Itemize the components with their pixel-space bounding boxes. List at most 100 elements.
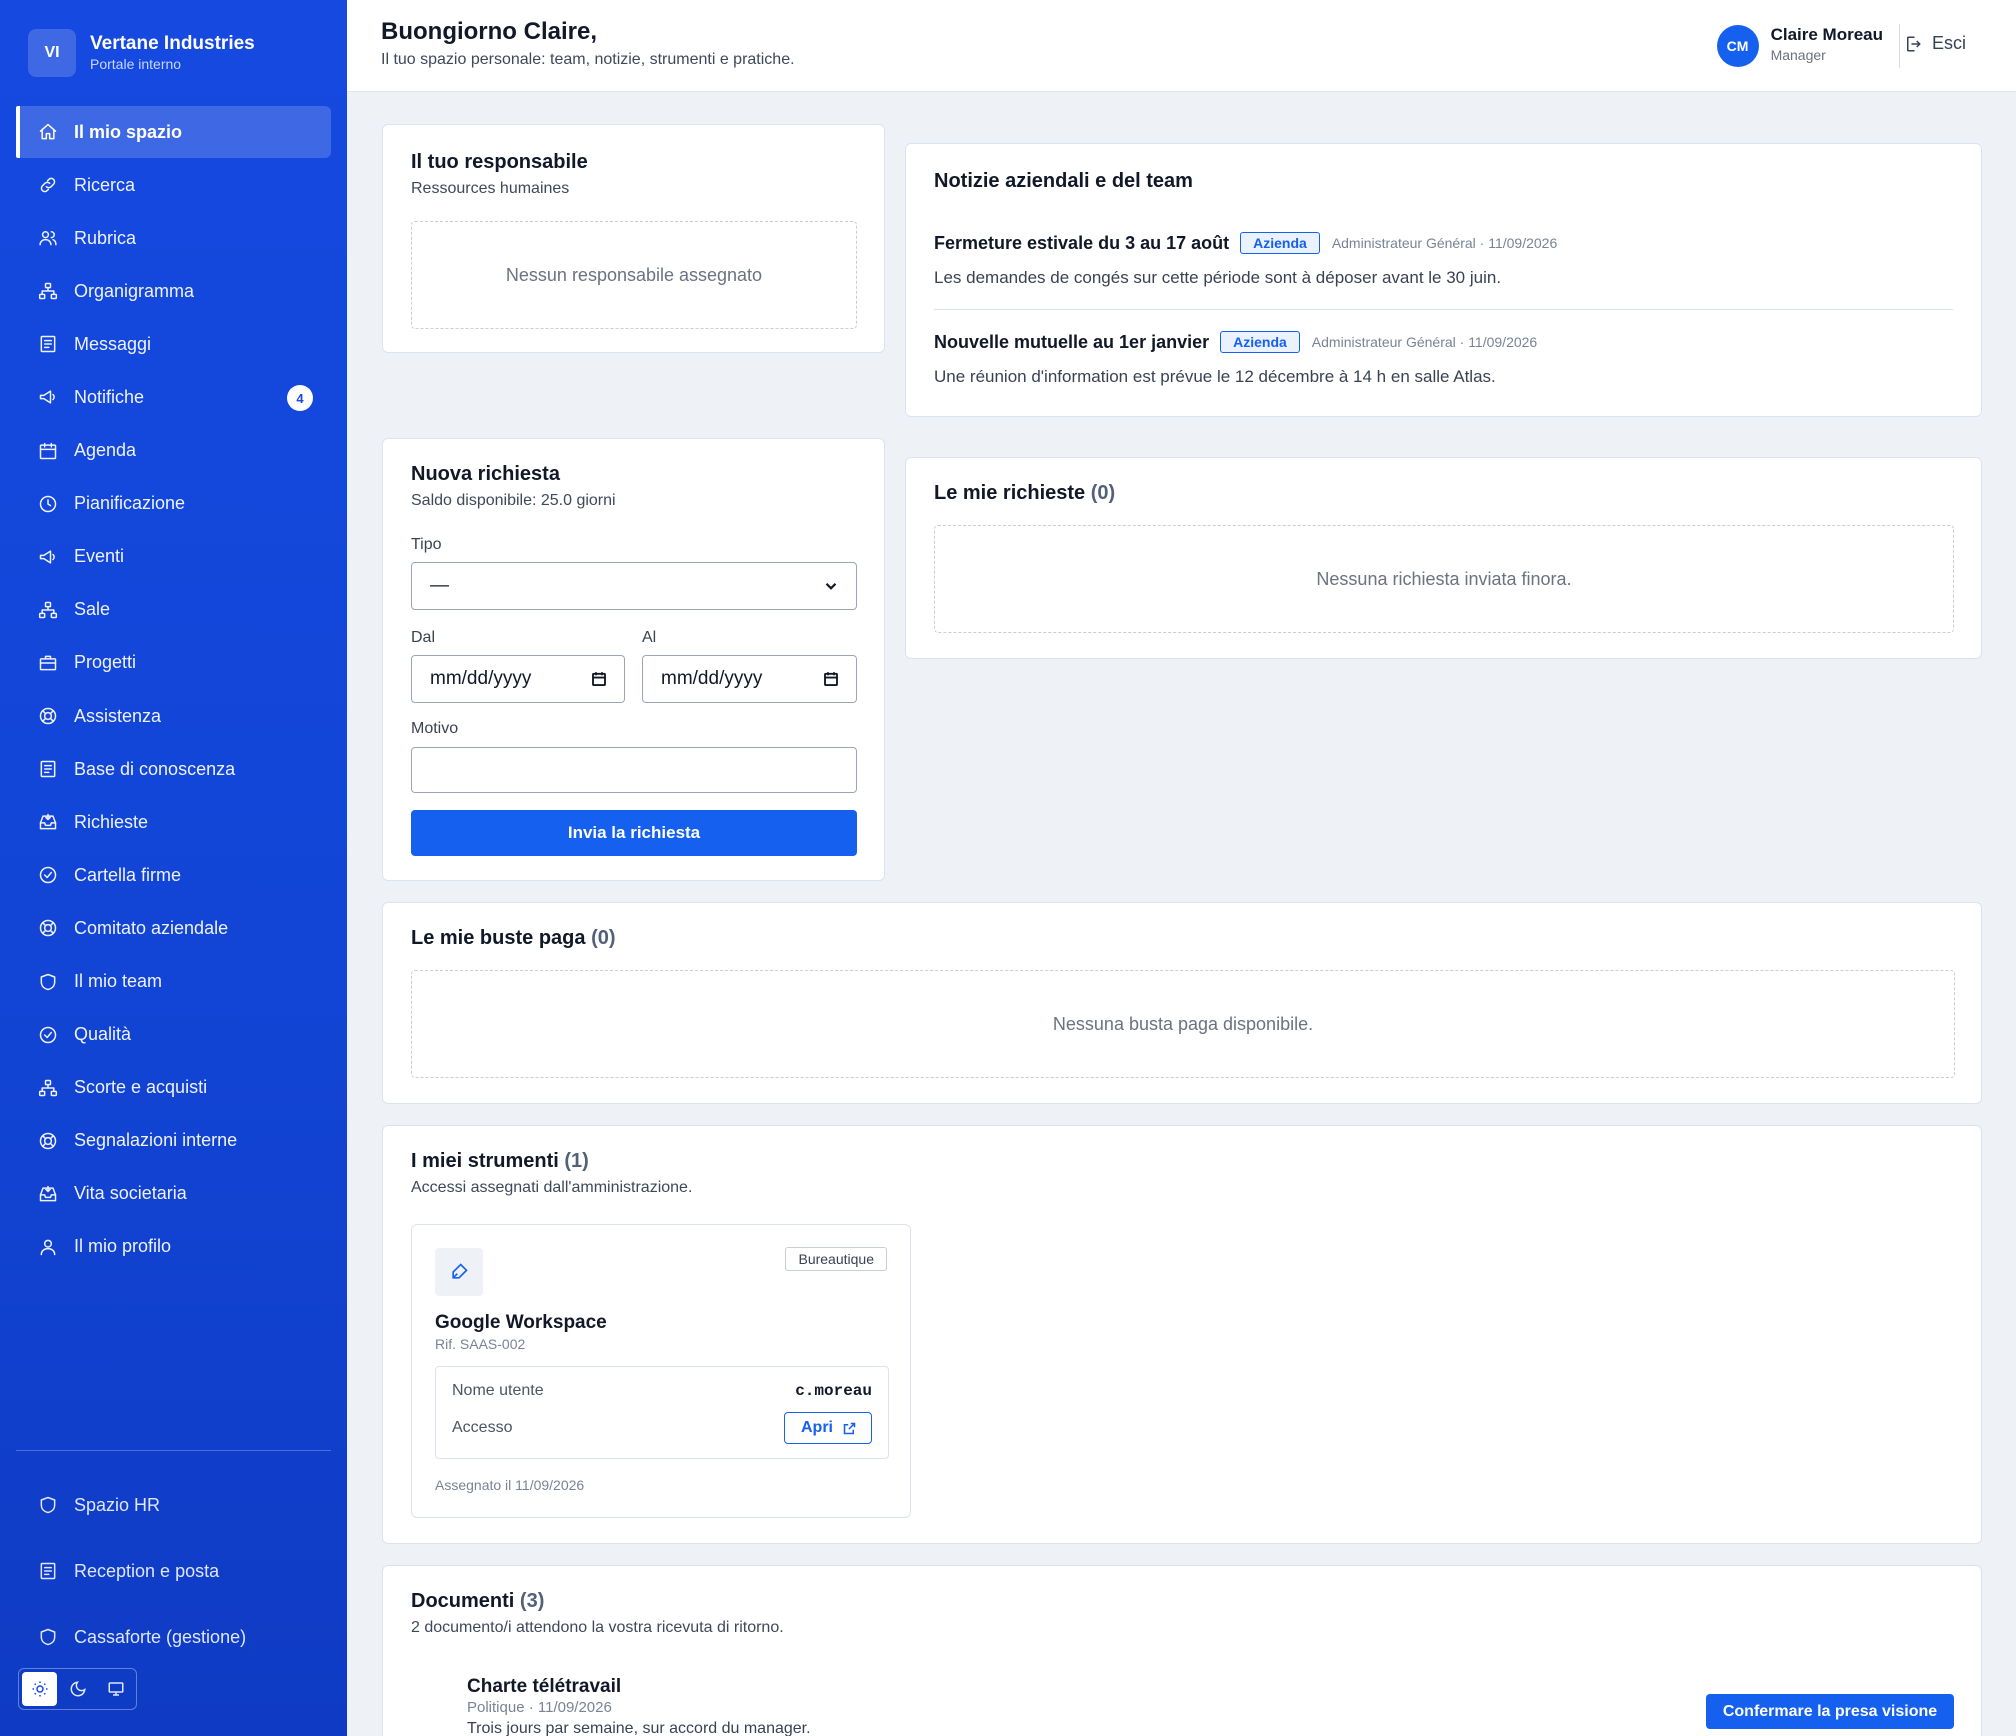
sidebar-item-label: Cartella firme xyxy=(74,864,182,885)
sidebar-item-label: Vita societaria xyxy=(74,1183,187,1204)
sidebar-item-cartella-firme[interactable]: Cartella firme xyxy=(16,849,331,901)
tool-credentials: Nome utente c.moreau Accesso Apri xyxy=(435,1366,889,1459)
sidebar-item-messaggi[interactable]: Messaggi xyxy=(16,318,331,370)
my-requests-card: Le mie richieste (0) Nessuna richiesta i… xyxy=(905,457,1982,659)
chevron-down-icon xyxy=(825,582,837,590)
payslips-count: (0) xyxy=(591,927,616,949)
theme-dark-button[interactable] xyxy=(60,1672,95,1706)
tool-icon xyxy=(435,1248,483,1296)
news-item[interactable]: Fermeture estivale du 3 au 17 août Azien… xyxy=(934,232,1953,288)
username-value: c.moreau xyxy=(795,1382,872,1400)
org-chart-icon xyxy=(38,281,58,301)
document-title: Charte télétravail xyxy=(467,1676,622,1697)
sidebar-item-il-mio-profilo[interactable]: Il mio profilo xyxy=(16,1221,331,1273)
user-menu[interactable]: CM Claire Moreau Manager xyxy=(1716,24,1900,68)
sidebar-item-reception-e-posta[interactable]: Reception e posta xyxy=(16,1538,331,1604)
sidebar-item-ricerca[interactable]: Ricerca xyxy=(16,159,331,211)
sidebar-item-label: Pianificazione xyxy=(74,493,186,514)
document-icon xyxy=(38,334,58,354)
my-requests-title: Le mie richieste (0) xyxy=(934,482,1115,505)
tool-card: Bureautique Google Workspace Rif. SAAS-0… xyxy=(411,1224,911,1518)
news-item[interactable]: Nouvelle mutuelle au 1er janvier Azienda… xyxy=(934,331,1953,387)
type-label: Tipo xyxy=(411,536,442,553)
sidebar-item-assistenza[interactable]: Assistenza xyxy=(16,690,331,742)
sidebar-item-label: Ricerca xyxy=(74,174,136,195)
sidebar-item-label: Il mio spazio xyxy=(74,121,183,142)
manager-card: Il tuo responsabile Ressources humaines … xyxy=(382,124,885,353)
sidebar-item-label: Scorte e acquisti xyxy=(74,1077,208,1098)
inbox-icon xyxy=(38,812,58,832)
documents-card: Documenti (3) 2 documento/i attendono la… xyxy=(382,1565,1982,1736)
news-card: Notizie aziendali e del team Fermeture e… xyxy=(905,143,1982,417)
document-body: Trois jours par semaine, sur accord du m… xyxy=(467,1720,811,1736)
top-header: Buongiorno Claire, Il tuo spazio persona… xyxy=(347,0,2016,92)
sidebar-item-label: Notifiche xyxy=(74,386,145,407)
document-meta: Politique · 11/09/2026 xyxy=(467,1699,612,1716)
sidebar-item-label: Messaggi xyxy=(74,333,152,354)
sidebar-item-spazio-hr[interactable]: Spazio HR xyxy=(16,1472,331,1538)
brand-subtitle: Portale interno xyxy=(90,56,182,72)
from-date-placeholder: mm/dd/yyyy xyxy=(430,668,532,689)
submit-request-button[interactable]: Invia la richiesta xyxy=(411,810,857,856)
sidebar-item-richieste[interactable]: Richieste xyxy=(16,796,331,848)
sidebar-item-label: Qualità xyxy=(74,1024,132,1045)
sidebar-item-sale[interactable]: Sale xyxy=(16,584,331,636)
theme-system-button[interactable] xyxy=(98,1672,133,1706)
from-date-field[interactable]: mm/dd/yyyy xyxy=(411,655,625,703)
sidebar-item-segnalazioni-interne[interactable]: Segnalazioni interne xyxy=(16,1115,331,1167)
news-item-body: Une réunion d'information est prévue le … xyxy=(934,367,1496,386)
sidebar-item-comitato-aziendale[interactable]: Comitato aziendale xyxy=(16,902,331,954)
sidebar-item-organigramma[interactable]: Organigramma xyxy=(16,265,331,317)
type-select[interactable]: — xyxy=(411,562,857,610)
to-date-field[interactable]: mm/dd/yyyy xyxy=(642,655,857,703)
to-date-placeholder: mm/dd/yyyy xyxy=(661,668,763,689)
sidebar-item-eventi[interactable]: Eventi xyxy=(16,531,331,583)
reason-input[interactable] xyxy=(411,747,857,793)
sidebar-item-il-mio-team[interactable]: Il mio team xyxy=(16,956,331,1008)
sun-icon xyxy=(32,1681,47,1697)
sidebar-item-il-mio-spazio[interactable]: Il mio spazio xyxy=(16,106,331,158)
sidebar-item-label: Sale xyxy=(74,599,111,620)
brand[interactable]: VI Vertane Industries Portale interno xyxy=(28,29,255,77)
sidebar-item-label: Reception e posta xyxy=(74,1560,220,1581)
sidebar-item-label: Assistenza xyxy=(74,705,162,726)
sidebar-item-base-di-conoscenza[interactable]: Base di conoscenza xyxy=(16,743,331,795)
confirm-receipt-button[interactable]: Confermare la presa visione xyxy=(1706,1694,1954,1729)
sidebar-item-label: Comitato aziendale xyxy=(74,917,229,938)
lifebuoy-icon xyxy=(38,706,58,726)
logout-icon xyxy=(1906,36,1921,51)
sidebar-item-label: Progetti xyxy=(74,652,137,673)
tools-subtitle: Accessi assegnati dall'amministrazione. xyxy=(411,1179,693,1196)
sidebar-item-progetti[interactable]: Progetti xyxy=(16,637,331,689)
sidebar-item-scorte-e-acquisti[interactable]: Scorte e acquisti xyxy=(16,1062,331,1114)
tool-assigned-date: Assegnato il 11/09/2026 xyxy=(435,1477,585,1493)
tools-title: I miei strumenti (1) xyxy=(411,1150,692,1173)
document-item: Charte télétravail Politique · 11/09/202… xyxy=(467,1676,811,1736)
sidebar-item-qualità[interactable]: Qualità xyxy=(16,1009,331,1061)
sidebar-item-agenda[interactable]: Agenda xyxy=(16,425,331,477)
manager-empty-state: Nessun responsabile assegnato xyxy=(411,221,857,329)
sidebar-item-rubrica[interactable]: Rubrica xyxy=(16,212,331,264)
lifebuoy-icon xyxy=(38,1131,58,1151)
payslips-title-text: Le mie buste paga xyxy=(411,927,586,949)
sidebar-item-cassaforte-gestione[interactable]: Cassaforte (gestione) xyxy=(16,1604,331,1670)
logout-button[interactable]: Esci xyxy=(1904,33,1966,54)
sidebar: VI Vertane Industries Portale interno Il… xyxy=(0,0,347,1736)
sidebar-item-label: Cassaforte (gestione) xyxy=(74,1626,247,1647)
sidebar-item-label: Il mio team xyxy=(74,971,163,991)
shield-icon xyxy=(38,972,58,992)
reason-label: Motivo xyxy=(411,720,459,737)
theme-light-button[interactable] xyxy=(22,1672,57,1706)
open-tool-button[interactable]: Apri xyxy=(784,1412,872,1444)
sidebar-item-vita-societaria[interactable]: Vita societaria xyxy=(16,1168,331,1220)
news-divider xyxy=(934,309,1953,310)
category-badge: Azienda xyxy=(1240,232,1320,254)
external-link-icon xyxy=(843,1422,856,1434)
inbox-icon xyxy=(38,1184,58,1204)
document-icon xyxy=(38,1561,58,1581)
logout-label: Esci xyxy=(1931,33,1966,53)
sidebar-item-notifiche[interactable]: Notifiche 4 xyxy=(16,371,331,423)
sidebar-item-pianificazione[interactable]: Pianificazione xyxy=(16,478,331,530)
moon-icon xyxy=(70,1681,86,1697)
sidebar-nav: Il mio spazio Ricerca Rubrica Organigramma M… xyxy=(16,106,331,1274)
